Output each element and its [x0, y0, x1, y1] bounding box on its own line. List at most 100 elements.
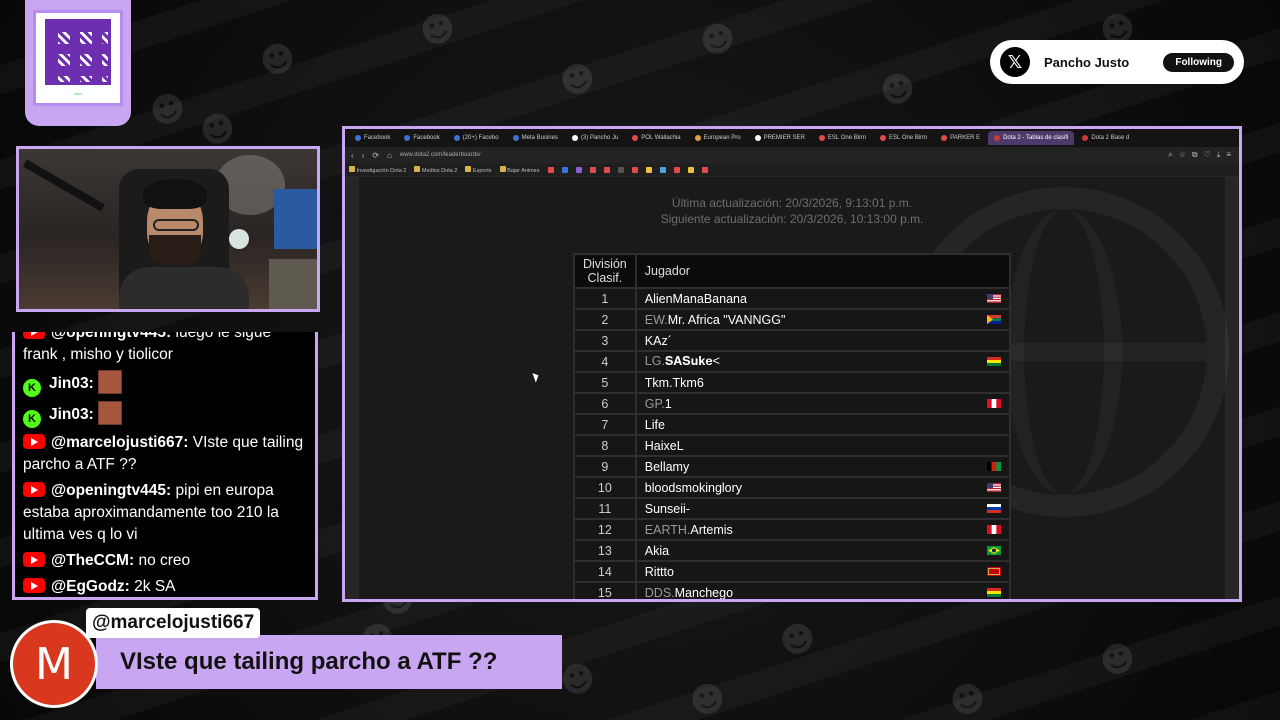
browser-tab[interactable]: Facebook: [349, 131, 396, 145]
browser-tab[interactable]: Dota 2 Base d: [1076, 131, 1135, 145]
bookmark-favicon-icon[interactable]: [701, 166, 708, 173]
flag-pe-icon: [987, 399, 1001, 408]
browser-tab[interactable]: POL Wallachia: [626, 131, 686, 145]
extensions-icon[interactable]: ⧉: [1192, 150, 1198, 160]
table-row[interactable]: 9 Bellamy: [573, 455, 1012, 478]
last-update: Última actualización: 20/3/2026, 9:13:01…: [671, 196, 913, 210]
browser-tab[interactable]: (3) Pancho Ju: [566, 131, 624, 145]
chat-message: @EgGodz: 2k SA: [21, 574, 309, 597]
browser-tab[interactable]: (20+) Facebo: [448, 131, 505, 145]
forward-icon[interactable]: ›: [362, 151, 365, 160]
tab-favicon-icon: [453, 135, 460, 141]
browser-tab[interactable]: ESL One Birm: [813, 131, 872, 145]
following-button[interactable]: Following: [1163, 52, 1234, 72]
chat-message: @openingtv445: luego le sigue frank , mi…: [21, 332, 309, 368]
table-row[interactable]: 7 Life: [573, 413, 1012, 436]
rank-cell: 5: [573, 371, 637, 394]
table-row[interactable]: 4 LG.𝐒𝐀𝐒𝐮𝐤𝐞<: [573, 350, 1012, 373]
rank-cell: 13: [573, 539, 637, 562]
team-tag: EW.: [644, 312, 668, 327]
player-cell: EARTH.Artemis: [634, 518, 1012, 541]
table-row[interactable]: 15 DDS.Manchego: [573, 581, 1012, 600]
tab-label: Facebook: [413, 135, 440, 141]
tab-label: PARKER E: [950, 135, 981, 141]
chat-username: Jin03:: [49, 375, 94, 392]
bookmark-favicon-icon[interactable]: [659, 166, 666, 173]
url-field[interactable]: www.dota2.com/leaderboards/: [400, 152, 481, 158]
webcam-feed: [16, 146, 320, 312]
menu-icon[interactable]: ≡: [1226, 150, 1231, 160]
table-row[interactable]: 5 Tkm.Tkm6: [573, 371, 1012, 394]
highlighted-message: VIste que tailing parcho a ATF ??: [96, 635, 562, 689]
home-icon[interactable]: ⌂: [387, 151, 392, 160]
browser-tab[interactable]: Meta Busines: [507, 131, 564, 145]
table-row[interactable]: 13 Akia: [573, 539, 1012, 562]
browser-tab[interactable]: Dota 2 - Tablas de clasifi: [988, 131, 1075, 145]
chat-message: K Jin03:: [21, 368, 309, 399]
zoom-icon[interactable]: ⌕: [1168, 150, 1172, 160]
reload-icon[interactable]: ⟳: [372, 151, 379, 160]
bookmark-favicon-icon[interactable]: [561, 166, 568, 173]
address-bar: ‹ › ⟳ ⌂ www.dota2.com/leaderboards/ ⌕ ☆ …: [345, 147, 1239, 163]
qr-code-icon: [45, 19, 111, 85]
qr-panel: [25, 0, 131, 126]
browser-tab[interactable]: PARKER E: [935, 131, 986, 145]
bookmark-item[interactable]: Bajar Animes: [499, 165, 540, 174]
player-cell: LG.𝐒𝐀𝐒𝐮𝐤𝐞<: [634, 350, 1012, 373]
player-column-header[interactable]: Jugador: [634, 253, 1012, 289]
tab-label: PREMIER SER: [763, 135, 805, 141]
bookmark-favicon-icon[interactable]: [547, 166, 554, 173]
leaderboard-table: División Clasif. Jugador 1 AlienManaBanan…: [573, 253, 1012, 600]
bookmark-item[interactable]: Medios Dota 2: [414, 165, 457, 174]
player-name: HaixeL: [644, 438, 684, 453]
bookmark-favicon-icon[interactable]: [687, 166, 694, 173]
bookmark-favicon-icon[interactable]: [673, 166, 680, 173]
bookmark-favicon-icon[interactable]: [645, 166, 652, 173]
flag-me-icon: [987, 567, 1001, 576]
rank-cell: 11: [573, 497, 637, 520]
player-name: 𝐒𝐀𝐒𝐮𝐤𝐞<: [664, 354, 720, 368]
heart-icon[interactable]: ♡: [1204, 150, 1211, 160]
tab-favicon-icon: [355, 135, 361, 141]
bookmark-favicon-icon[interactable]: [589, 166, 596, 173]
tab-favicon-icon: [1082, 135, 1089, 141]
flag-ru-icon: [987, 504, 1001, 513]
bookmarks-bar: Investigación Dota 2 Medios Dota 2 Espor…: [345, 163, 1239, 177]
download-icon[interactable]: ⤓: [1217, 150, 1221, 160]
rank-column-header[interactable]: División Clasif.: [573, 253, 637, 289]
bookmark-favicon-icon[interactable]: [603, 166, 610, 173]
tab-label: Meta Busines: [521, 135, 558, 141]
browser-tab[interactable]: ESL One Birm: [874, 131, 933, 145]
browser-tab[interactable]: Facebook: [398, 131, 445, 145]
bookmark-favicon-icon[interactable]: [575, 166, 582, 173]
flag-br-icon: [987, 546, 1001, 555]
team-tag: DDS.: [644, 585, 675, 600]
table-row[interactable]: 1 AlienManaBanana: [573, 287, 1012, 310]
bookmark-item[interactable]: Esports: [465, 165, 492, 174]
table-row[interactable]: 12 EARTH.Artemis: [573, 518, 1012, 541]
table-row[interactable]: 2 EW.Mr. Africa "VANNGG": [573, 308, 1012, 331]
emote-icon: [98, 401, 123, 425]
bookmark-favicon-icon[interactable]: [631, 166, 638, 173]
table-row[interactable]: 10 bloodsmokinglory: [573, 476, 1012, 499]
qr-caption: [74, 93, 82, 95]
table-row[interactable]: 6 GP.1: [573, 392, 1012, 415]
browser-tab[interactable]: PREMIER SER: [749, 131, 811, 145]
browser-tab[interactable]: European Pro: [689, 131, 747, 145]
player-name: Rittto: [644, 564, 674, 579]
bookmark-favicon-icon[interactable]: [617, 166, 624, 173]
table-row[interactable]: 3 KAz´: [573, 329, 1012, 352]
tab-bar: Facebook Facebook (20+) Facebo Meta Busines…: [345, 129, 1239, 147]
sofa: [269, 259, 317, 309]
table-row[interactable]: 14 Rittto: [573, 560, 1012, 583]
player-name: Akia: [644, 543, 670, 558]
table-row[interactable]: 11 Sunseii-: [573, 497, 1012, 520]
table-row[interactable]: 8 HaixeL: [573, 434, 1012, 457]
tab-label: Dota 2 Base d: [1091, 135, 1130, 141]
bookmark-icon[interactable]: ☆: [1179, 150, 1186, 160]
back-icon[interactable]: ‹: [351, 151, 354, 160]
bookmark-item[interactable]: Investigación Dota 2: [349, 165, 406, 174]
chat-username: Jin03:: [49, 406, 94, 423]
x-follow-widget: 𝕏 Pancho Justo Following: [990, 40, 1244, 84]
flag-pe-icon: [987, 525, 1001, 534]
